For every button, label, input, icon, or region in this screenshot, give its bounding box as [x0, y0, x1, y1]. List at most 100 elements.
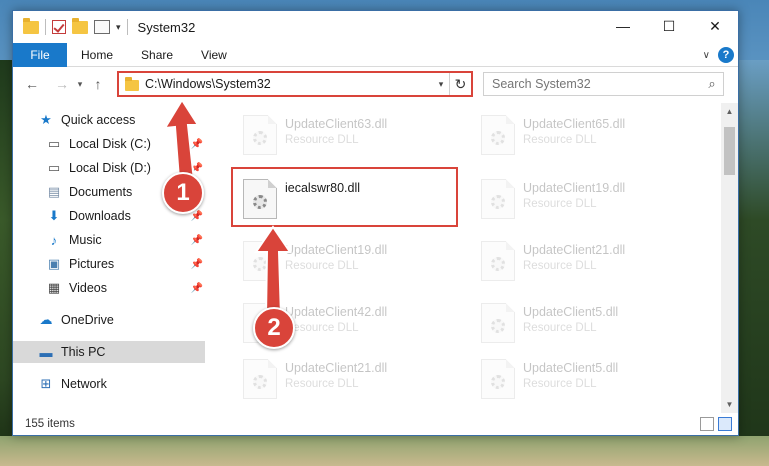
sidebar-item-music[interactable]: ♪ Music 📌 — [45, 229, 205, 251]
vertical-scrollbar[interactable]: ▲ ▼ — [721, 103, 738, 413]
step-badge-2: 2 — [253, 307, 295, 349]
file-name: UpdateClient5.dll — [523, 361, 619, 375]
up-button[interactable]: ↑ — [87, 73, 109, 95]
new-folder-icon[interactable] — [72, 18, 88, 35]
status-bar: 155 items — [13, 413, 738, 435]
file-item[interactable]: UpdateClient63.dll Resource DLL — [235, 109, 455, 165]
file-name: UpdateClient5.dll — [523, 305, 619, 319]
dll-file-icon — [481, 241, 515, 281]
dll-file-icon — [481, 359, 515, 399]
toolbar-divider — [45, 19, 46, 35]
sidebar-item-label: Local Disk (C:) — [69, 137, 151, 151]
scroll-down-icon[interactable]: ▼ — [721, 396, 738, 413]
back-button[interactable]: ← — [21, 73, 43, 95]
drive-icon: ▭ — [47, 160, 61, 175]
highlight-box — [231, 167, 458, 227]
file-item[interactable]: UpdateClient21.dll Resource DLL — [235, 353, 455, 409]
address-path[interactable]: C:\Windows\System32 — [145, 77, 433, 91]
videos-icon: ▦ — [47, 280, 61, 295]
sidebar-item-label: Quick access — [61, 113, 136, 127]
sidebar-item-label: Documents — [69, 185, 133, 199]
file-name: UpdateClient21.dll — [285, 361, 388, 375]
address-bar[interactable]: C:\Windows\System32 ▾ ↻ — [117, 71, 473, 97]
pin-icon[interactable]: 📌 — [191, 259, 203, 270]
dll-file-icon — [481, 179, 515, 219]
window-title: System32 — [137, 19, 196, 35]
recent-locations-dropdown[interactable]: ▾ — [73, 79, 87, 90]
forward-button[interactable]: → — [51, 73, 73, 95]
sidebar-item-label: Videos — [69, 281, 107, 295]
sidebar-item-network[interactable]: ⊞ Network — [37, 373, 205, 395]
file-type: Resource DLL — [523, 378, 597, 390]
network-icon: ⊞ — [40, 376, 52, 391]
item-count: 155 items — [25, 418, 75, 430]
file-item[interactable]: UpdateClient5.dll Resource DLL — [473, 353, 693, 409]
file-type: Resource DLL — [523, 198, 597, 210]
close-button[interactable]: ✕ — [692, 11, 738, 41]
file-type: Resource DLL — [523, 134, 597, 146]
ribbon-tabs: File Home Share View ∨ ? — [13, 42, 738, 67]
customize-toolbar-dropdown-icon[interactable]: ▾ — [116, 22, 121, 33]
file-name: UpdateClient21.dll — [523, 243, 626, 257]
tab-file[interactable]: File — [13, 42, 67, 67]
maximize-button[interactable]: ☐ — [646, 11, 692, 41]
desktop-background-right — [739, 60, 769, 460]
properties-icon[interactable] — [94, 20, 110, 34]
sidebar-item-label: This PC — [61, 345, 106, 359]
help-icon[interactable]: ? — [718, 47, 734, 63]
search-box[interactable]: ⌕ — [483, 72, 724, 96]
scroll-up-icon[interactable]: ▲ — [721, 103, 738, 120]
pin-icon[interactable]: 📌 — [191, 235, 203, 246]
dll-file-icon — [243, 115, 277, 155]
properties-check-icon[interactable] — [52, 20, 66, 34]
expand-ribbon-icon[interactable]: ∨ — [703, 50, 710, 61]
computer-icon: ▬ — [39, 344, 53, 360]
tab-home[interactable]: Home — [67, 43, 127, 67]
file-type: Resource DLL — [285, 134, 359, 146]
step-badge-1: 1 — [162, 172, 204, 214]
sidebar-item-pictures[interactable]: ▣ Pictures 📌 — [45, 253, 205, 275]
dll-file-icon — [481, 303, 515, 343]
file-item[interactable]: UpdateClient5.dll Resource DLL — [473, 297, 693, 353]
file-name: UpdateClient65.dll — [523, 117, 626, 131]
search-icon[interactable]: ⌕ — [701, 76, 723, 92]
sidebar-item-label: Downloads — [69, 209, 131, 223]
cloud-icon: ☁ — [39, 312, 53, 327]
sidebar-item-this-pc[interactable]: ▬ This PC — [13, 341, 205, 363]
view-toggle — [700, 417, 732, 431]
details-view-icon[interactable] — [700, 417, 714, 431]
tab-view[interactable]: View — [187, 43, 241, 67]
file-item[interactable]: UpdateClient19.dll Resource DLL — [473, 173, 693, 229]
large-icons-view-icon[interactable] — [718, 417, 732, 431]
folder-icon[interactable] — [23, 18, 39, 35]
refresh-icon[interactable]: ↻ — [449, 73, 471, 95]
sidebar-item-label: Music — [69, 233, 102, 247]
dll-file-icon — [481, 115, 515, 155]
toolbar-divider — [126, 19, 128, 35]
file-type: Resource DLL — [523, 322, 597, 334]
file-item[interactable]: UpdateClient21.dll Resource DLL — [473, 235, 693, 291]
sidebar-item-label: Local Disk (D:) — [69, 161, 151, 175]
sidebar-item-label: OneDrive — [61, 313, 114, 327]
music-icon: ♪ — [50, 232, 58, 248]
documents-icon: ▤ — [47, 184, 61, 199]
tab-share[interactable]: Share — [127, 43, 187, 67]
dll-file-icon — [243, 359, 277, 399]
file-type: Resource DLL — [285, 378, 359, 390]
sidebar-item-onedrive[interactable]: ☁ OneDrive — [37, 309, 205, 331]
address-dropdown-icon[interactable]: ▾ — [433, 79, 449, 90]
window-controls: — ☐ ✕ — [600, 11, 738, 41]
desktop-background-bottom — [0, 436, 769, 466]
drive-icon: ▭ — [47, 136, 61, 151]
file-item[interactable]: UpdateClient65.dll Resource DLL — [473, 109, 693, 165]
scroll-thumb[interactable] — [724, 127, 735, 175]
download-icon: ⬇ — [48, 208, 60, 223]
pin-icon[interactable]: 📌 — [191, 283, 203, 294]
search-input[interactable] — [484, 74, 701, 94]
navigation-bar: ← → ▾ ↑ C:\Windows\System32 ▾ ↻ ⌕ — [13, 69, 738, 99]
sidebar-item-videos[interactable]: ▦ Videos 📌 — [45, 277, 205, 299]
title-bar: ▾ System32 — ☐ ✕ — [13, 11, 738, 43]
star-icon: ★ — [40, 112, 52, 127]
minimize-button[interactable]: — — [600, 11, 646, 41]
quick-access-toolbar: ▾ — [23, 18, 128, 35]
